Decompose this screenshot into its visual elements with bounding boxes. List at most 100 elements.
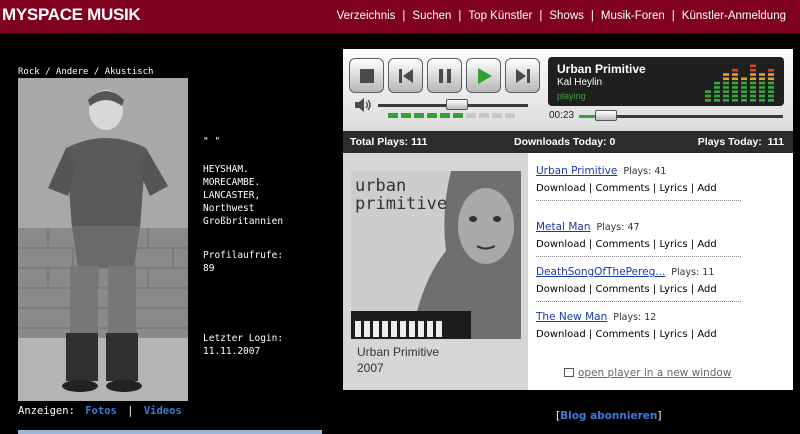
profile-photo[interactable]: [18, 78, 188, 401]
open-player-link[interactable]: open player in a new window: [564, 367, 731, 379]
equalizer-segment: [759, 94, 765, 98]
comments-link[interactable]: Comments: [595, 284, 649, 295]
profile-quote: " ": [203, 136, 221, 147]
section-bar: [18, 430, 322, 434]
lyrics-link[interactable]: Lyrics: [659, 329, 687, 340]
equalizer-segment: [723, 90, 729, 93]
comments-link[interactable]: Comments: [595, 329, 649, 340]
next-icon: [515, 68, 530, 83]
now-playing-title: Urban Primitive: [557, 62, 646, 76]
song-divider: [536, 256, 741, 257]
equalizer-segment: [714, 81, 720, 85]
song-title-link[interactable]: DeathSongOfThePereg...: [536, 266, 665, 278]
equalizer-segment: [714, 94, 720, 98]
equalizer-segment: [768, 94, 774, 98]
nav-suchen[interactable]: Suchen: [412, 10, 451, 22]
new-window-icon: [564, 368, 574, 377]
previous-button[interactable]: [388, 58, 423, 93]
total-plays: Total Plays: 111: [350, 136, 428, 148]
equalizer-segment: [759, 86, 765, 89]
download-link[interactable]: Download: [536, 284, 586, 295]
lyrics-link[interactable]: Lyrics: [659, 183, 687, 194]
lyrics-link[interactable]: Lyrics: [659, 284, 687, 295]
equalizer-segment: [741, 99, 747, 102]
nav-shows[interactable]: Shows: [549, 10, 584, 22]
equalizer-segment: [759, 90, 765, 93]
myspace-musik-logo[interactable]: MYSPACE MUSIK: [2, 5, 141, 25]
equalizer-segment: [732, 86, 738, 89]
blog-subscribe-link[interactable]: Blog abonnieren: [560, 410, 657, 422]
equalizer-segment: [732, 90, 738, 93]
equalizer-segment: [741, 81, 747, 85]
player-controls: Urban Primitive Kal Heylin playing 00:23: [343, 49, 793, 131]
download-link[interactable]: Download: [536, 239, 586, 250]
download-link[interactable]: Download: [536, 329, 586, 340]
pause-button[interactable]: [427, 58, 462, 93]
add-link[interactable]: Add: [697, 239, 716, 250]
stop-button[interactable]: [349, 58, 384, 93]
videos-link[interactable]: Videos: [144, 405, 182, 417]
location-line: Großbritannien: [203, 216, 284, 227]
volume-icon[interactable]: [354, 98, 372, 112]
equalizer-segment: [732, 68, 738, 72]
comments-link[interactable]: Comments: [595, 183, 649, 194]
volume-level-segment: [466, 113, 476, 118]
genre-text: Rock / Andere / Akustisch: [18, 67, 154, 77]
download-link[interactable]: Download: [536, 183, 586, 194]
song-item: DeathSongOfThePereg... Plays: 11 Download…: [536, 266, 741, 302]
volume-level-segment: [479, 113, 489, 118]
progress-handle[interactable]: [595, 110, 617, 121]
add-link[interactable]: Add: [697, 329, 716, 340]
equalizer-segment: [705, 94, 711, 98]
equalizer-segment: [768, 99, 774, 102]
views-label: Profilaufrufe:: [203, 250, 284, 261]
equalizer-segment: [750, 94, 756, 98]
nav-musik-foren[interactable]: Musik-Foren: [601, 10, 665, 22]
add-link[interactable]: Add: [697, 183, 716, 194]
song-divider: [536, 301, 741, 302]
equalizer-segment: [768, 86, 774, 89]
volume-level-segment: [440, 113, 450, 118]
song-plays: Plays: 12: [613, 312, 657, 323]
equalizer-segment: [732, 73, 738, 76]
album-cover[interactable]: urban primitive: [351, 171, 521, 339]
equalizer-segment: [750, 73, 756, 76]
equalizer-segment: [723, 81, 729, 85]
show-label: Anzeigen:: [18, 405, 75, 417]
equalizer-segment: [768, 81, 774, 85]
volume-slider-handle[interactable]: [446, 99, 468, 110]
now-playing-status: playing: [557, 91, 586, 101]
song-plays: Plays: 47: [596, 222, 640, 233]
song-title-link[interactable]: Metal Man: [536, 221, 590, 233]
location-line: HEYSHAM.: [203, 164, 249, 175]
comments-link[interactable]: Comments: [595, 239, 649, 250]
equalizer-segment: [723, 73, 729, 76]
play-button[interactable]: [466, 58, 501, 93]
nav-verzeichnis[interactable]: Verzeichnis: [337, 10, 396, 22]
volume-level-segment: [427, 113, 437, 118]
nav-kuenstler-anmeldung[interactable]: Künstler-Anmeldung: [682, 10, 786, 22]
progress-fill: [579, 115, 596, 118]
next-button[interactable]: [505, 58, 540, 93]
equalizer-segment: [732, 81, 738, 85]
open-player-label: open player in a new window: [578, 367, 732, 379]
song-title-link[interactable]: Urban Primitive: [536, 165, 617, 177]
equalizer-segment: [732, 94, 738, 98]
album-year: 2007: [357, 361, 384, 375]
downloads-today: Downloads Today: 0: [514, 136, 616, 148]
song-title-link[interactable]: The New Man: [536, 311, 607, 323]
equalizer-segment: [759, 81, 765, 85]
album-pane: urban primitive Urban Primitive 2007: [343, 153, 528, 390]
fotos-link[interactable]: Fotos: [85, 405, 117, 417]
login-value: 11.11.2007: [203, 346, 261, 357]
add-link[interactable]: Add: [697, 284, 716, 295]
now-playing-artist: Kal Heylin: [557, 77, 603, 88]
profile-views: Profilaufrufe: 89: [203, 249, 283, 275]
equalizer-segment: [732, 77, 738, 81]
equalizer-segment: [705, 90, 711, 93]
equalizer-segment: [723, 77, 729, 81]
nav-top-kuenstler[interactable]: Top Künstler: [468, 10, 532, 22]
profile-photo-image: [18, 78, 188, 401]
lyrics-link[interactable]: Lyrics: [659, 239, 687, 250]
equalizer-segment: [741, 77, 747, 81]
